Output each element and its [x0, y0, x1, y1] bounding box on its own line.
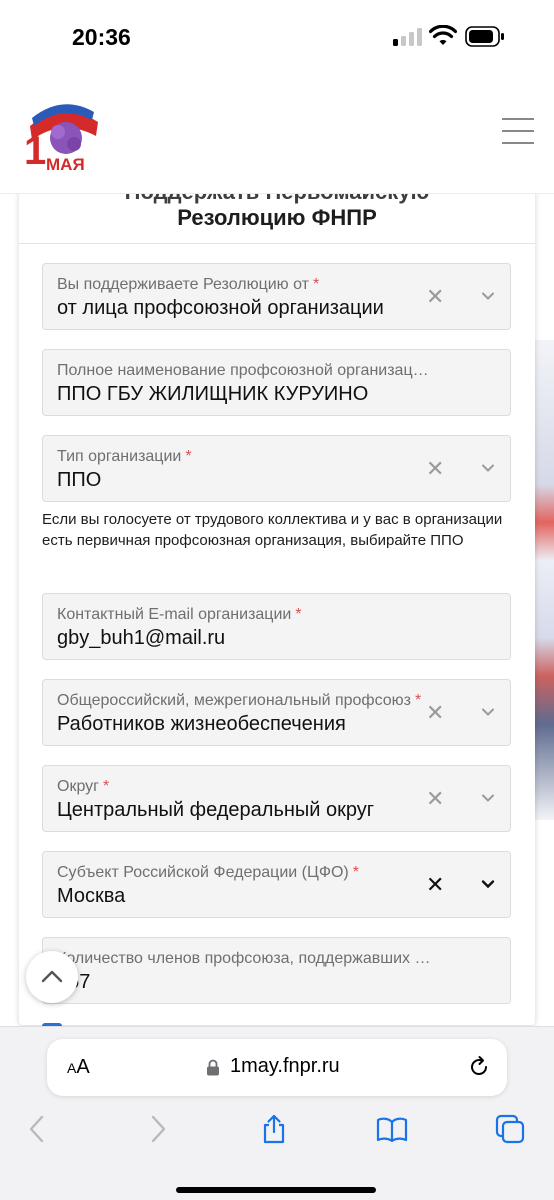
clear-icon[interactable]: ✕: [426, 702, 444, 724]
site-header: 1 МАЯ: [0, 80, 554, 194]
chevron-down-icon[interactable]: [480, 460, 496, 476]
field-label: Вы поддерживаете Резолюцию от *: [57, 276, 320, 293]
hamburger-menu-icon[interactable]: [502, 118, 534, 146]
status-time: 20:36: [72, 24, 131, 50]
address-bar[interactable]: AA 1may.fnpr.ru: [47, 1039, 507, 1096]
divider: [19, 243, 535, 244]
browser-toolbar: AA 1may.fnpr.ru: [0, 1026, 554, 1200]
chevron-down-icon[interactable]: [480, 790, 496, 806]
cellular-signal-icon: [393, 28, 423, 46]
logo-text: МАЯ: [46, 155, 85, 174]
contact-email-field[interactable]: Контактный E-mail организации * gby_buh1@…: [42, 593, 511, 660]
bookmarks-icon[interactable]: [376, 1113, 408, 1145]
field-label: Контактный E-mail организации *: [57, 606, 302, 623]
clear-icon[interactable]: ✕: [426, 286, 444, 308]
tabs-icon[interactable]: [494, 1113, 526, 1145]
form-title-line2: Резолюцию ФНПР: [177, 205, 377, 230]
field-value: ППО ГБУ ЖИЛИЩНИК КУРУИНО: [57, 383, 369, 405]
lock-icon: [207, 1059, 219, 1076]
resolution-form-card: Поддержать Первомайскую Резолюцию ФНПР В…: [19, 165, 535, 1031]
site-logo[interactable]: 1 МАЯ: [22, 98, 100, 174]
field-value: ППО: [57, 469, 102, 491]
field-label: Округ *: [57, 778, 110, 795]
forward-icon[interactable]: [141, 1113, 173, 1145]
home-indicator: [176, 1187, 376, 1193]
share-icon[interactable]: [258, 1113, 290, 1145]
back-icon[interactable]: [22, 1113, 54, 1145]
field-value: gby_buh1@mail.ru: [57, 627, 226, 649]
field-value: от лица профсоюзной организации: [57, 297, 384, 319]
clear-icon[interactable]: ✕: [426, 788, 444, 810]
region-select[interactable]: Субъект Российской Федерации (ЦФО) * Моск…: [42, 851, 511, 918]
chevron-down-icon[interactable]: [480, 288, 496, 304]
org-full-name-field[interactable]: Полное наименование профсоюзной организа…: [42, 349, 511, 416]
status-bar: 20:36: [0, 0, 554, 80]
field-label: Субъект Российской Федерации (ЦФО) *: [57, 864, 359, 881]
org-type-hint: Если вы голосуете от трудового коллектив…: [42, 511, 503, 549]
text-size-button[interactable]: AA: [67, 1056, 90, 1079]
field-label: Общероссийский, межрегиональный профсоюз…: [57, 692, 422, 709]
field-label: Тип организации *: [57, 448, 192, 465]
clear-icon[interactable]: ✕: [426, 458, 444, 480]
field-value: Центральный федеральный округ: [57, 799, 375, 821]
clear-icon[interactable]: ✕: [426, 874, 444, 896]
url-text: 1may.fnpr.ru: [230, 1055, 340, 1077]
supporting-members-count-field[interactable]: Количество членов профсоюза, поддержавши…: [42, 937, 511, 1004]
battery-icon: [465, 26, 504, 47]
field-label: Количество членов профсоюза, поддержавши…: [57, 950, 431, 967]
chevron-down-icon[interactable]: [480, 876, 496, 892]
field-value: Работников жизнеобеспечения: [57, 713, 346, 735]
support-from-select[interactable]: Вы поддерживаете Резолюцию от * от лица п…: [42, 263, 511, 330]
wifi-icon: [429, 25, 457, 45]
district-select[interactable]: Округ * Центральный федеральный округ ✕: [42, 765, 511, 832]
reload-icon[interactable]: [467, 1055, 491, 1079]
org-type-select[interactable]: Тип организации * ППО ✕: [42, 435, 511, 502]
union-select[interactable]: Общероссийский, межрегиональный профсоюз…: [42, 679, 511, 746]
field-label: Полное наименование профсоюзной организа…: [57, 362, 429, 379]
logo-number: 1: [24, 129, 46, 173]
field-value: Москва: [57, 885, 126, 907]
scroll-to-top-button[interactable]: [26, 951, 78, 1003]
chevron-up-icon: [41, 970, 63, 983]
chevron-down-icon[interactable]: [480, 704, 496, 720]
